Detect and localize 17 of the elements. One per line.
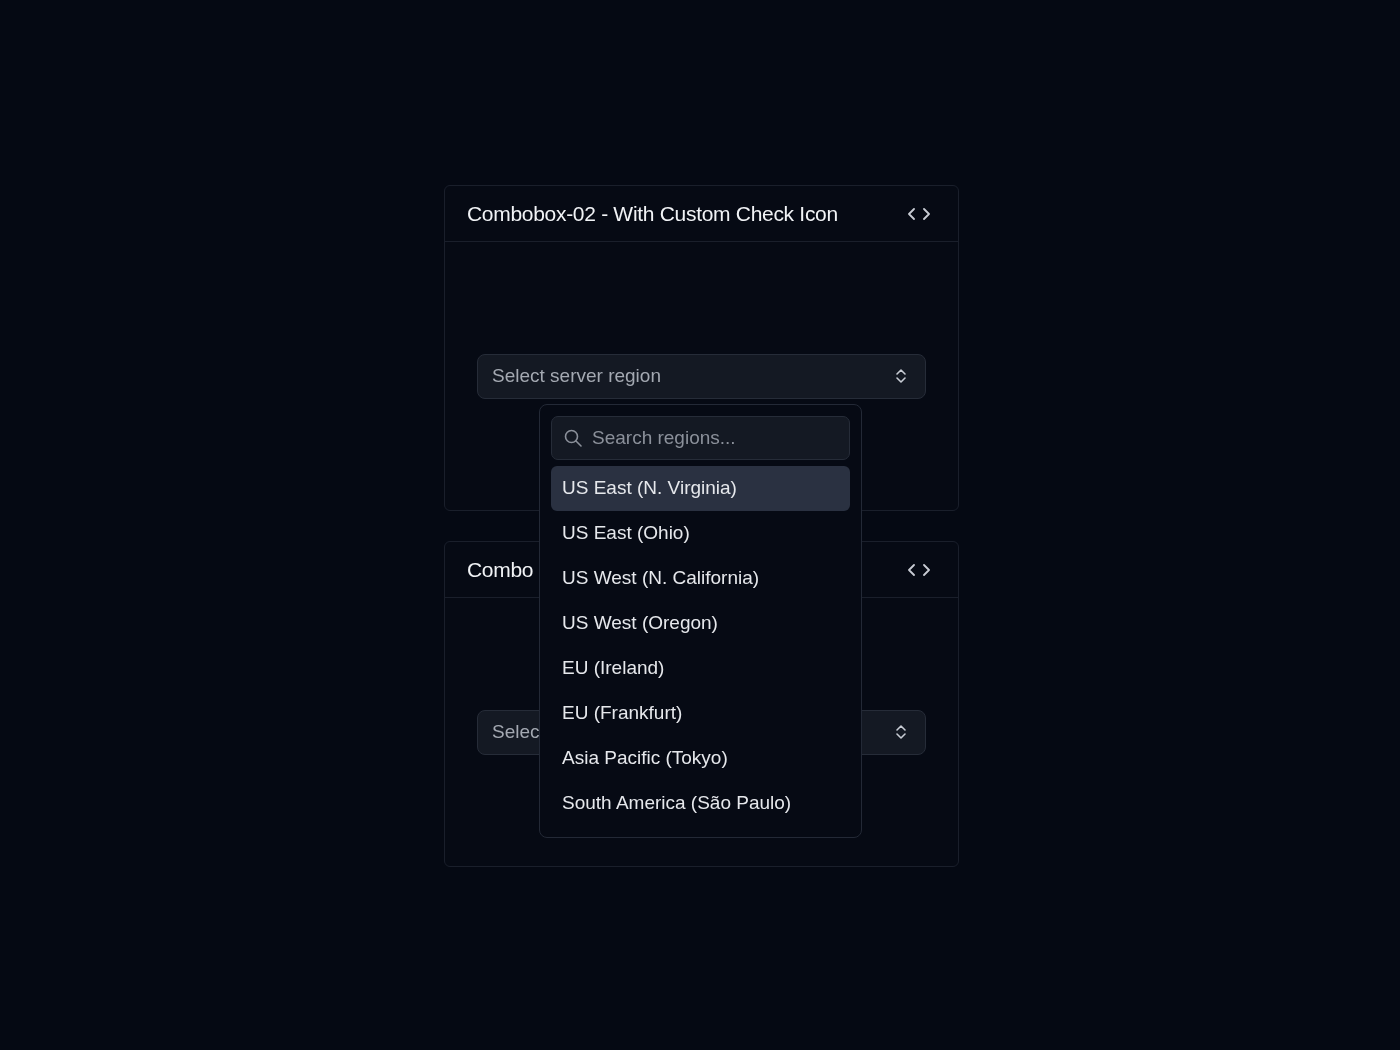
region-option[interactable]: EU (Frankfurt) xyxy=(551,690,850,736)
code-icon[interactable] xyxy=(908,206,930,221)
chevrons-icon xyxy=(895,723,907,741)
region-option[interactable]: EU (Ireland) xyxy=(551,645,850,691)
region-option[interactable]: US West (Oregon) xyxy=(551,600,850,646)
search-field[interactable]: Search regions... xyxy=(551,415,850,460)
region-option[interactable]: US East (N. Virginia) xyxy=(551,465,850,511)
card-title: Combo xyxy=(467,557,534,582)
chevrons-icon xyxy=(895,367,907,385)
region-option[interactable]: Asia Pacific (Tokyo) xyxy=(551,735,850,781)
search-icon xyxy=(563,427,583,448)
code-icon[interactable] xyxy=(908,562,930,577)
region-option[interactable]: US West (N. California) xyxy=(551,555,850,601)
region-option[interactable]: South America (São Paulo) xyxy=(551,780,850,826)
region-option[interactable]: US East (Ohio) xyxy=(551,510,850,556)
region-select[interactable]: Select server region xyxy=(477,353,926,399)
card-title: Combobox-02 - With Custom Check Icon xyxy=(467,201,838,226)
